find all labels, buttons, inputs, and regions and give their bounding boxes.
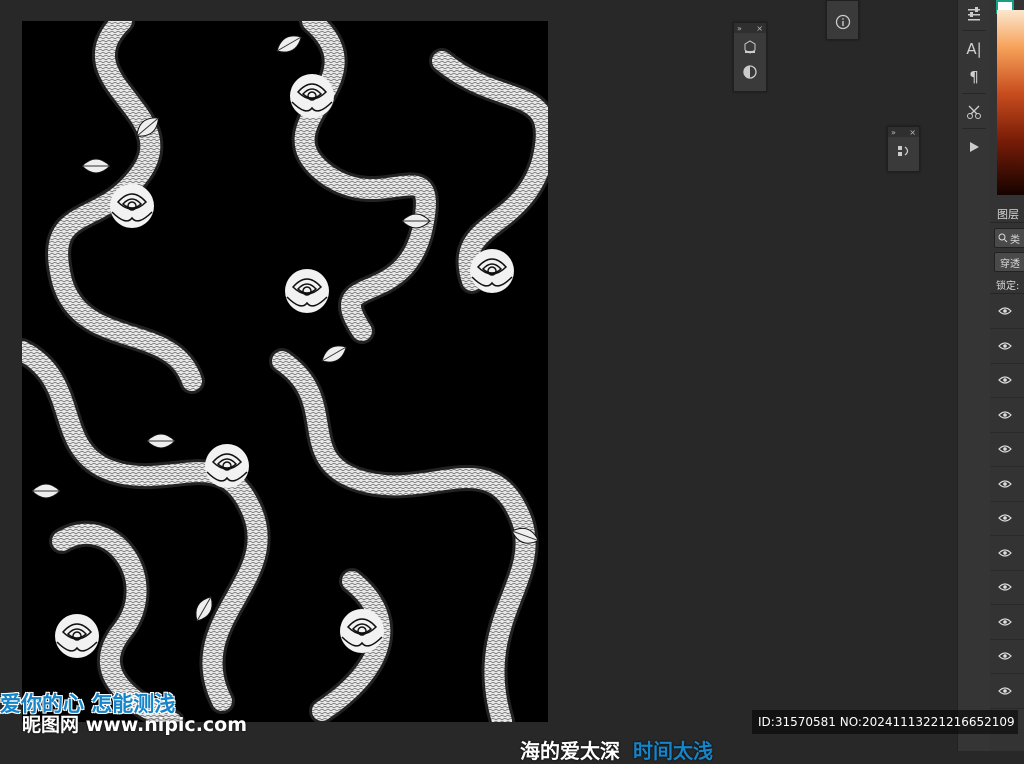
layer-row[interactable]: [990, 329, 1024, 364]
watermark-bottom-blue: 时间太浅: [632, 739, 713, 763]
floating-panel-b: » ×: [887, 126, 920, 172]
visibility-eye-icon[interactable]: [998, 375, 1012, 385]
collapse-icon[interactable]: »: [737, 24, 742, 33]
swap-button[interactable]: [893, 140, 915, 162]
close-icon[interactable]: ×: [756, 24, 763, 33]
visibility-eye-icon[interactable]: [998, 651, 1012, 661]
watermark-bottom-white: 海的爱太深: [520, 739, 620, 763]
cube-3d-icon: [744, 40, 756, 54]
layer-row[interactable]: [990, 363, 1024, 398]
properties-button[interactable]: [958, 0, 990, 28]
snake-rose-pattern: [22, 21, 548, 722]
layers-panel-title[interactable]: 图层: [997, 206, 1019, 222]
floating-panel-a: » ×: [733, 22, 767, 92]
panel-toolstrip: A| ¶: [957, 0, 991, 751]
watermark-id-text: ID:31570581 NO:20241113221216652109: [758, 715, 1015, 729]
visibility-eye-icon[interactable]: [998, 410, 1012, 420]
sliders-icon: [968, 7, 980, 21]
visibility-eye-icon[interactable]: [998, 548, 1012, 558]
lock-label: 锁定:: [996, 281, 1020, 292]
info-panel: [826, 0, 859, 40]
document-canvas[interactable]: [22, 21, 548, 722]
scissors-tool-icon: [967, 105, 981, 119]
layer-row[interactable]: [990, 432, 1024, 467]
tool-presets-button[interactable]: [958, 98, 990, 126]
toolstrip-divider: [962, 30, 986, 31]
info-button[interactable]: [832, 11, 854, 33]
swap-icon: [897, 146, 908, 156]
watermark-bottom-text: 海的爱太深 时间太浅: [520, 735, 713, 764]
layer-row[interactable]: [990, 570, 1024, 605]
layer-row[interactable]: [990, 398, 1024, 433]
adjust-contrast-icon: [743, 65, 757, 79]
filter-kind-label: 类: [1010, 234, 1020, 246]
paragraph-button[interactable]: ¶: [958, 63, 990, 91]
blend-mode-value: 穿透: [1000, 258, 1020, 270]
layer-row[interactable]: [990, 536, 1024, 571]
toolstrip-divider: [962, 93, 986, 94]
visibility-eye-icon[interactable]: [998, 686, 1012, 696]
layer-row[interactable]: [990, 674, 1024, 709]
visibility-eye-icon[interactable]: [998, 341, 1012, 351]
visibility-eye-icon[interactable]: [998, 479, 1012, 489]
visibility-eye-icon[interactable]: [998, 444, 1012, 454]
watermark-brand: 昵图网 www.nipic.com: [22, 714, 248, 736]
layer-row[interactable]: [990, 501, 1024, 536]
panel-a-header[interactable]: » ×: [734, 23, 766, 33]
close-icon[interactable]: ×: [909, 128, 916, 137]
panel-b-header[interactable]: » ×: [888, 127, 919, 137]
visibility-eye-icon[interactable]: [998, 513, 1012, 523]
layer-row[interactable]: [990, 605, 1024, 640]
toolstrip-divider: [962, 128, 986, 129]
actions-button[interactable]: [958, 133, 990, 161]
search-icon: [998, 233, 1008, 243]
color-picker-field[interactable]: [997, 10, 1024, 195]
info-icon: [835, 14, 850, 30]
watermark-id-bar: ID:31570581 NO:20241113221216652109: [752, 710, 1018, 734]
layer-row[interactable]: [990, 467, 1024, 502]
visibility-eye-icon[interactable]: [998, 582, 1012, 592]
character-button[interactable]: A|: [958, 35, 990, 63]
layer-filter-search[interactable]: 类: [994, 228, 1024, 248]
play-icon: [970, 142, 979, 152]
visibility-eye-icon[interactable]: [998, 306, 1012, 316]
visibility-eye-icon[interactable]: [998, 617, 1012, 627]
paragraph-icon: ¶: [969, 68, 979, 86]
panel-divider: [990, 222, 1024, 223]
layer-row[interactable]: [990, 294, 1024, 329]
collapse-icon[interactable]: »: [891, 128, 896, 137]
adjustments-button[interactable]: [739, 61, 761, 83]
blend-mode-select[interactable]: 穿透: [994, 252, 1024, 272]
character-icon: A|: [966, 40, 982, 58]
layer-row[interactable]: [990, 639, 1024, 674]
3d-panel-button[interactable]: [739, 36, 761, 58]
